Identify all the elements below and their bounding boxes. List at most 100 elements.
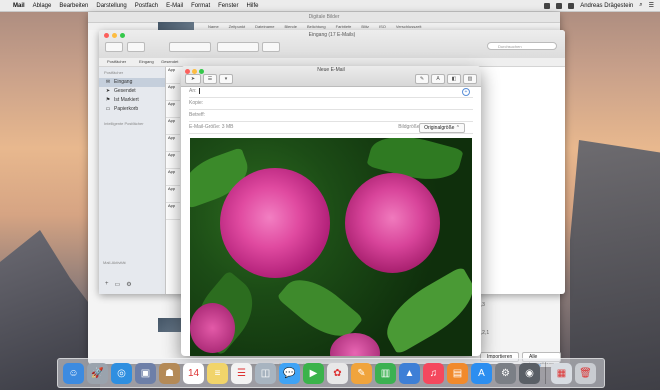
column-header[interactable]: Verschlusszeit [396,24,422,29]
menu-format[interactable]: Format [191,3,210,9]
list-item[interactable]: App [166,203,180,220]
header-fields-icon[interactable]: ☰ [203,74,217,84]
emoji-icon[interactable]: ◧ [447,74,461,84]
compose-button[interactable] [127,42,145,52]
photos-icon[interactable]: ✿ [327,362,348,384]
sidebar-item-sent[interactable]: ➤ Gesendet [99,87,165,96]
paperclip-icon[interactable]: ✎ [415,74,429,84]
search-input[interactable]: Durchsuchen [487,42,557,50]
to-label: An: [189,88,197,94]
inbox-icon: ✉ [105,79,111,85]
messages-icon[interactable]: 💬 [279,362,300,384]
column-header[interactable]: Blende [284,24,296,29]
send-icon[interactable]: ➤ [185,74,201,84]
document-stack-icon[interactable]: ▦ [551,362,572,384]
list-item[interactable]: App [166,67,180,84]
photo-browser-icon[interactable]: ▥ [463,74,477,84]
cc-field[interactable]: Kopie: [189,98,473,110]
list-item[interactable]: App [166,186,180,203]
ibooks-icon[interactable]: ▤ [447,362,468,384]
gear-icon[interactable]: ⚙ [126,281,131,288]
sidebar-header: Postfächer [104,70,124,75]
list-item[interactable]: App [166,84,180,101]
notes-icon[interactable]: ≡ [207,362,228,384]
menu-darstellung[interactable]: Darstellung [96,3,126,9]
image-size-select[interactable]: Originalgröße ⌃ [419,123,465,133]
spotlight-icon[interactable]: ⌕ [639,2,642,9]
menu-hilfe[interactable]: Hilfe [246,3,258,9]
mailbox-icon[interactable]: ▭ [115,281,121,288]
column-header[interactable]: Belichtung [307,24,326,29]
trash-icon[interactable]: 🗑 [575,362,596,384]
menu-postfach[interactable]: Postfach [135,3,158,9]
text-cursor [198,87,200,94]
favorite-inbox[interactable]: Eingang [139,59,154,64]
attached-peony-photo[interactable] [190,138,472,356]
column-header[interactable]: Dateiname [255,24,274,29]
menu-ablage[interactable]: Ablage [33,3,52,9]
calendar-icon[interactable]: 14 [183,362,204,384]
favorite-mailboxes[interactable]: Postfächer [107,59,126,64]
menu-email[interactable]: E-Mail [166,3,183,9]
chevron-down-icon[interactable]: ▾ [219,74,233,84]
reply-button-group[interactable] [217,42,259,52]
compose-title: Neue E-Mail [317,67,345,73]
get-mail-button[interactable] [105,42,123,52]
reminders-icon[interactable]: ☰ [231,362,252,384]
app-store-icon[interactable]: A [471,362,492,384]
flag-icon: ⚑ [105,97,111,103]
add-mailbox-icon[interactable]: + [105,281,109,288]
compose-window: Neue E-Mail ➤ ☰ ▾ ✎ A ◧ ▥ An: + Kopie: B… [181,66,481,356]
add-contact-icon[interactable]: + [462,88,470,96]
column-header[interactable]: Zeitpunkt [229,24,245,29]
image-size-label: Bildgröße: [398,124,421,130]
status-menu-icon[interactable] [544,2,551,9]
photo-app-icon[interactable]: ▣ [135,362,156,384]
list-item[interactable]: App [166,169,180,186]
flag-button[interactable] [262,42,280,52]
column-header[interactable]: Blitz [361,24,369,29]
contacts-icon[interactable]: ☗ [159,362,180,384]
dock-separator [545,362,546,384]
system-preferences-icon[interactable]: ⚙ [495,362,516,384]
sidebar-item-flagged[interactable]: ⚑ Ist Markiert [99,96,165,105]
finder-icon[interactable]: ☺ [63,362,84,384]
to-field[interactable]: An: + [189,86,473,98]
column-header[interactable]: Name [208,24,219,29]
sidebar-item-label: Papierkorb [114,106,139,112]
list-item[interactable]: App [166,152,180,169]
archive-delete-button-group[interactable] [169,42,211,52]
user-name[interactable]: Andreas Drägestein [580,3,633,9]
safari-icon[interactable]: ◎ [111,362,132,384]
pages-icon[interactable]: ✎ [351,362,372,384]
pink-peony-bud [330,333,380,356]
list-item[interactable]: App [166,118,180,135]
sidebar-item-trash[interactable]: ▭ Papierkorb [99,105,165,114]
music-icon[interactable]: ♫ [423,362,444,384]
facetime-icon[interactable]: ▶ [303,362,324,384]
list-item[interactable]: App [166,101,180,118]
battery-icon[interactable] [568,2,575,9]
notification-center-icon[interactable]: ☰ [649,2,654,9]
menu-app-name[interactable]: Mail [13,3,25,9]
format-text-icon[interactable]: A [431,74,445,84]
pink-peony-small [190,303,235,353]
subject-field[interactable]: Betreff: [189,110,473,122]
smart-mailboxes-header: Intelligente Postfächer [104,121,144,126]
keynote-icon[interactable]: ▲ [399,362,420,384]
numbers-icon[interactable]: ▥ [375,362,396,384]
menu-bearbeiten[interactable]: Bearbeiten [59,3,88,9]
column-header[interactable]: Farbtiefe [336,24,352,29]
menu-fenster[interactable]: Fenster [218,3,238,9]
column-header[interactable]: ISO [379,24,386,29]
menu-bar: Mail Ablage Bearbeiten Darstellung Postf… [0,0,660,12]
image-capture-icon[interactable]: ◉ [519,362,540,384]
document-icon: ▭ [105,106,111,112]
preview-icon[interactable]: ◫ [255,362,276,384]
wifi-icon[interactable] [556,2,563,9]
list-item[interactable]: App [166,135,180,152]
sidebar-item-inbox[interactable]: ✉ Eingang [99,78,165,87]
mail-toolbar: Eingang (17 E-Mails) Durchsuchen [99,30,565,59]
launchpad-icon[interactable]: 🚀 [87,362,108,384]
favorite-sent[interactable]: Gesendet [161,59,178,64]
